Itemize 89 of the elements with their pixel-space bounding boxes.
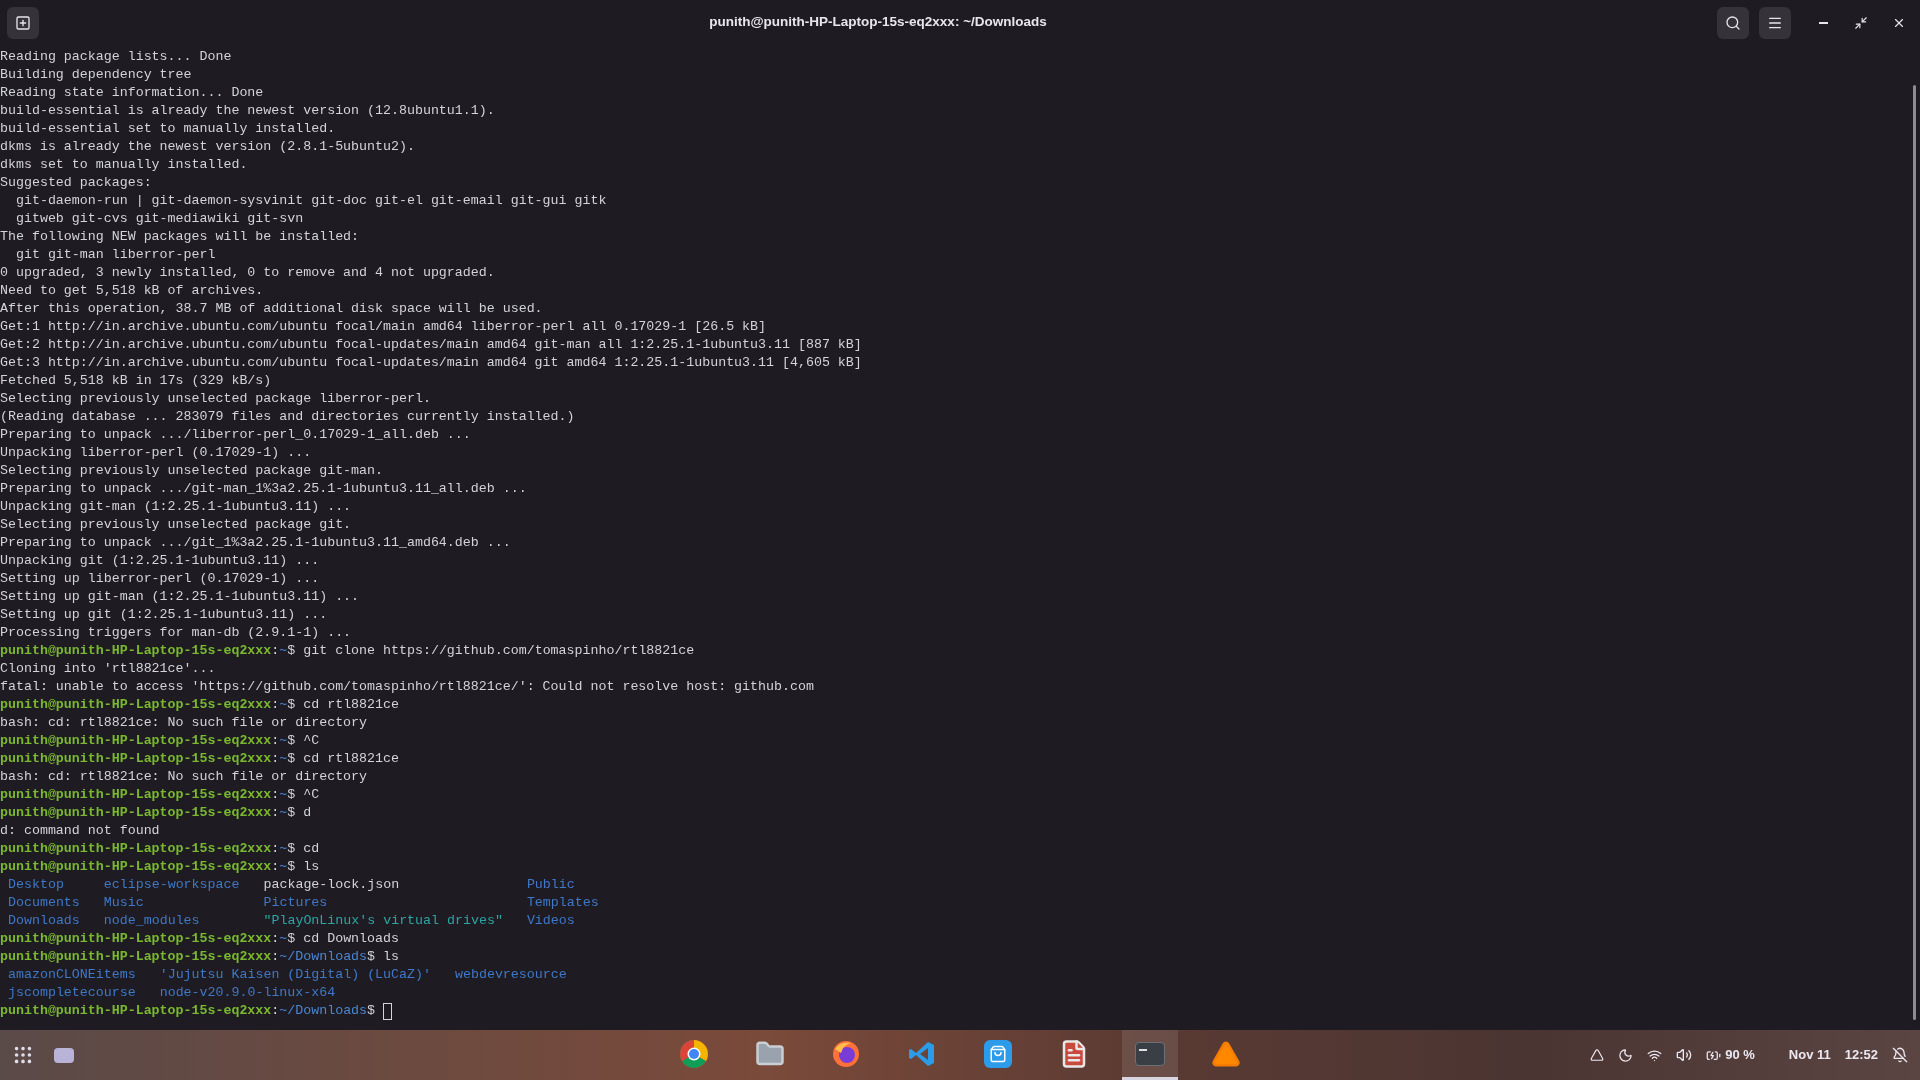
file-name: amazonCLONEitems	[8, 966, 136, 984]
file-name: Public	[526, 876, 576, 894]
prompt-line: punith@punith-HP-Laptop-15s-eq2xxx:~/Downloads$ ls	[0, 948, 400, 966]
prompt-line: punith@punith-HP-Laptop-15s-eq2xxx:~$ ^C	[0, 732, 321, 750]
file-name: Downloads	[8, 912, 80, 930]
window-title: punith@punith-HP-Laptop-15s-eq2xxx: ~/Downloads	[709, 13, 1047, 32]
code-editor-icon	[908, 1039, 936, 1068]
file-name: node_modules	[103, 912, 201, 930]
volume-icon[interactable]	[1676, 1047, 1693, 1063]
output-line: dkms is already the newest version (2.8.1-5ubuntu2).	[0, 138, 416, 156]
file-name: Desktop	[8, 876, 65, 894]
search-button[interactable]	[1717, 6, 1749, 39]
file-name: "PlayOnLinux's virtual drives"	[263, 912, 503, 930]
output-line: bash: cd: rtl8821ce: No such file or directory	[0, 768, 369, 786]
output-line: Processing triggers for man-db (2.9.1-1) ...	[0, 624, 353, 642]
output-line: After this operation, 38.7 MB of additional disk space will be used.	[0, 300, 544, 318]
output-line: Unpacking git-man (1:2.25.1-1ubuntu3.11) ...	[0, 498, 353, 516]
terminal-icon	[1135, 1041, 1165, 1066]
search-icon	[1725, 14, 1741, 31]
prompt-line: punith@punith-HP-Laptop-15s-eq2xxx:~$ d	[0, 804, 313, 822]
restore-icon	[1854, 15, 1868, 30]
file-name: Videos	[526, 912, 576, 930]
new-tab-icon	[15, 14, 31, 31]
prompt-line: punith@punith-HP-Laptop-15s-eq2xxx:~$ ^C	[0, 786, 321, 804]
prompt-line: punith@punith-HP-Laptop-15s-eq2xxx:~$ cd rtl8821ce	[0, 696, 400, 714]
file-name: 'Jujutsu Kaisen (Digital) (LuCaZ)'	[159, 966, 431, 984]
prompt-line: punith@punith-HP-Laptop-15s-eq2xxx:~$ ls	[0, 858, 321, 876]
prompt-line: punith@punith-HP-Laptop-15s-eq2xxx:~$ cd rtl8821ce	[0, 750, 400, 768]
file-name: Documents	[8, 894, 80, 912]
output-line: Suggested packages:	[0, 174, 153, 192]
output-line: bash: cd: rtl8821ce: No such file or directory	[0, 714, 369, 732]
file-name: Music	[103, 894, 145, 912]
shopping-bag-icon	[989, 1044, 1007, 1063]
dock-item[interactable]	[1122, 1030, 1178, 1080]
output-line: Preparing to unpack .../liberror-perl_0.17029-1_all.deb ...	[0, 426, 472, 444]
output-line: Preparing to unpack .../git-man_1%3a2.25.1-1ubuntu3.11_all.deb ...	[0, 480, 528, 498]
file-name: webdevresource	[455, 966, 567, 984]
app-grid-icon[interactable]	[12, 1044, 34, 1066]
output-line: Selecting previously unselected package git.	[0, 516, 353, 534]
output-line: Reading state information... Done	[0, 84, 265, 102]
workspace-icon[interactable]	[54, 1047, 74, 1063]
minimize-icon	[1818, 21, 1828, 24]
battery-level: 90 %	[1725, 1046, 1755, 1065]
output-line: Get:1 http://in.archive.ubuntu.com/ubuntu focal/main amd64 liberror-perl all 0.17029-1 [26.5 kB]	[0, 318, 768, 336]
output-line: Setting up git-man (1:2.25.1-1ubuntu3.11) ...	[0, 588, 361, 606]
output-line: dkms set to manually installed.	[0, 156, 249, 174]
output-line: git-daemon-run | git-daemon-sysvinit git-doc git-el git-email git-gui gitk	[14, 192, 608, 210]
file-name: Pictures	[263, 894, 329, 912]
moon-icon[interactable]	[1618, 1047, 1634, 1063]
file-name: package-lock.json	[263, 876, 401, 894]
file-name: Templates	[526, 894, 599, 912]
output-line: Get:2 http://in.archive.ubuntu.com/ubuntu focal-updates/main amd64 git-man all 1:2.25.1-1ubuntu3.11 [887 kB]	[0, 336, 863, 354]
output-line: gitweb git-cvs git-mediawiki git-svn	[14, 210, 305, 228]
prompt-line: punith@punith-HP-Laptop-15s-eq2xxx:~$ cd	[0, 840, 321, 858]
output-line: git git-man liberror-perl	[14, 246, 217, 264]
chrome-icon	[679, 1038, 709, 1069]
output-line: fatal: unable to access 'https://github.com/tomaspinho/rtl8821ce/': Could not resolve host: github.com	[0, 678, 815, 696]
output-line: 0 upgraded, 3 newly installed, 0 to remove and 4 not upgraded.	[0, 264, 496, 282]
prompt-line: punith@punith-HP-Laptop-15s-eq2xxx:~$ git clone https://github.com/tomaspinho/rtl8821ce	[0, 642, 696, 660]
output-line: Preparing to unpack .../git_1%3a2.25.1-1ubuntu3.11_amd64.deb ...	[0, 534, 512, 552]
output-line: Setting up git (1:2.25.1-1ubuntu3.11) ...	[0, 606, 329, 624]
output-line: (Reading database ... 283079 files and directories currently installed.)	[0, 408, 576, 426]
output-line: Fetched 5,518 kB in 17s (329 kB/s)	[0, 372, 273, 390]
output-line: Need to get 5,518 kB of archives.	[0, 282, 265, 300]
output-line: Reading package lists... Done	[0, 48, 233, 66]
output-line: Selecting previously unselected package git-man.	[0, 462, 384, 480]
new-tab-button[interactable]	[7, 6, 39, 39]
prompt-line: punith@punith-HP-Laptop-15s-eq2xxx:~/Downloads$	[0, 1002, 1908, 1020]
output-line: Get:3 http://in.archive.ubuntu.com/ubuntu focal-updates/main amd64 git amd64 1:2.25.1-1ubuntu3.11 [4,605 kB]	[0, 354, 863, 372]
output-line: Building dependency tree	[0, 66, 193, 84]
time-label[interactable]: 12:52	[1844, 1045, 1878, 1065]
file-name: jscompletecourse	[8, 984, 136, 1002]
menu-button[interactable]	[1759, 6, 1791, 39]
output-line: build-essential set to manually installed.	[0, 120, 337, 138]
file-name: eclipse-workspace	[103, 876, 240, 894]
output-line: Cloning into 'rtl8821ce'...	[0, 660, 217, 678]
date-label[interactable]: Nov 11	[1788, 1045, 1831, 1065]
notifications-off-icon[interactable]	[1892, 1047, 1908, 1063]
output-line: build-essential is already the newest version (12.8ubuntu1.1).	[0, 102, 496, 120]
prompt-line: punith@punith-HP-Laptop-15s-eq2xxx:~$ cd Downloads	[0, 930, 400, 948]
scrollbar[interactable]	[1912, 85, 1916, 1020]
output-line: Unpacking git (1:2.25.1-1ubuntu3.11) ...	[0, 552, 321, 570]
output-line: Selecting previously unselected package liberror-perl.	[0, 390, 432, 408]
output-line: The following NEW packages will be installed:	[0, 228, 361, 246]
output-line: d: command not found	[0, 822, 161, 840]
wifi-icon[interactable]	[1647, 1047, 1663, 1063]
output-line: Unpacking liberror-perl (0.17029-1) ...	[0, 444, 313, 462]
output-line: Setting up liberror-perl (0.17029-1) ...	[0, 570, 321, 588]
file-name: node-v20.9.0-linux-x64	[159, 984, 337, 1002]
